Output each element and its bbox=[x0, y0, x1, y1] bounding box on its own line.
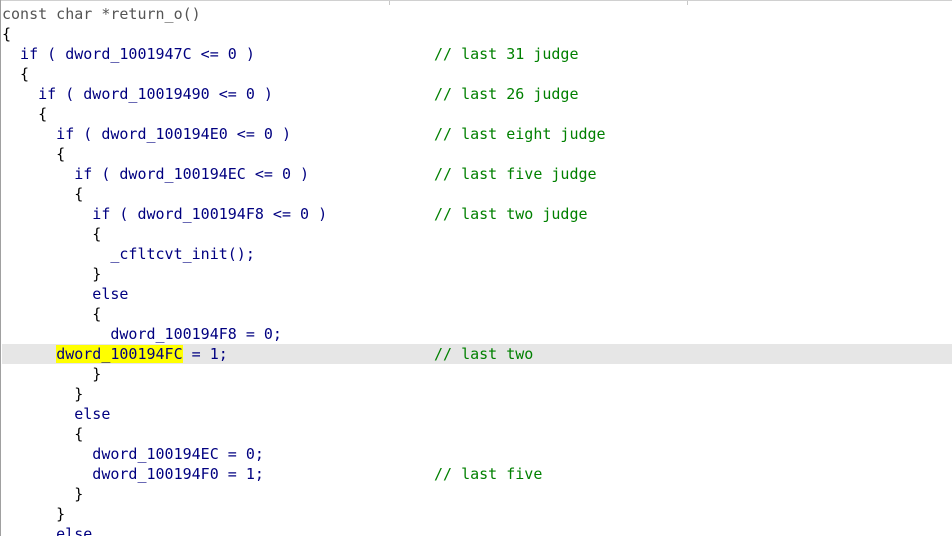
code-line[interactable]: { bbox=[2, 64, 952, 84]
code-text[interactable]: { bbox=[2, 104, 47, 124]
code-line[interactable]: else bbox=[2, 404, 952, 424]
code-text[interactable]: else bbox=[2, 524, 92, 536]
code-line[interactable]: if ( dword_100194EC <= 0 ) // last five j… bbox=[2, 164, 952, 184]
code-line[interactable]: { bbox=[2, 224, 952, 244]
code-text[interactable]: { bbox=[2, 184, 83, 204]
function-signature[interactable]: const char *return_o() bbox=[2, 4, 201, 24]
code-text[interactable]: dword_100194F0 = 1; bbox=[2, 464, 264, 484]
code-lines-after: } } else { dword_100194EC = 0; dword_100… bbox=[2, 364, 952, 536]
current-line-code[interactable]: dword_100194FC = 1; bbox=[2, 344, 228, 364]
code-line[interactable]: { bbox=[2, 24, 952, 44]
code-line[interactable]: dword_100194F8 = 0; bbox=[2, 324, 952, 344]
code-line[interactable]: } bbox=[2, 384, 952, 404]
code-text[interactable]: else bbox=[2, 404, 110, 424]
code-text[interactable]: dword_100194EC = 0; bbox=[2, 444, 264, 464]
line-comment: // last two judge bbox=[434, 205, 588, 223]
code-text[interactable]: { bbox=[2, 64, 29, 84]
code-text[interactable]: } bbox=[2, 264, 101, 284]
current-line-rest: = 1; bbox=[182, 345, 228, 363]
code-line[interactable]: _cfltcvt_init(); bbox=[2, 244, 952, 264]
code-text[interactable]: } bbox=[2, 364, 101, 384]
code-lines-before: { if ( dword_1001947C <= 0 ) // last 31 j… bbox=[2, 24, 952, 344]
code-line[interactable]: } bbox=[2, 264, 952, 284]
code-text[interactable]: } bbox=[2, 484, 83, 504]
code-line[interactable]: } bbox=[2, 484, 952, 504]
code-text[interactable]: { bbox=[2, 144, 65, 164]
code-line[interactable]: { bbox=[2, 424, 952, 444]
code-line[interactable]: if ( dword_100194F8 <= 0 ) // last two ju… bbox=[2, 204, 952, 224]
code-line[interactable]: { bbox=[2, 144, 952, 164]
line-comment: // last five bbox=[434, 465, 543, 483]
current-line-indent bbox=[2, 345, 56, 363]
code-text[interactable]: { bbox=[2, 424, 83, 444]
code-text[interactable]: dword_100194F8 = 0; bbox=[2, 324, 282, 344]
code-line[interactable]: { bbox=[2, 104, 952, 124]
current-code-line[interactable]: dword_100194FC = 1; // last two bbox=[2, 344, 952, 364]
pseudocode-view[interactable]: const char *return_o() { if ( dword_1001… bbox=[0, 0, 952, 536]
code-line[interactable]: dword_100194EC = 0; bbox=[2, 444, 952, 464]
code-text[interactable]: _cfltcvt_init(); bbox=[2, 244, 255, 264]
code-line[interactable]: else bbox=[2, 524, 952, 536]
code-text[interactable]: if ( dword_100194EC <= 0 ) bbox=[2, 164, 309, 184]
code-text[interactable]: } bbox=[2, 504, 65, 524]
code-line[interactable]: dword_100194F0 = 1; // last five bbox=[2, 464, 952, 484]
line-comment: // last five judge bbox=[434, 165, 597, 183]
code-line[interactable]: if ( dword_1001947C <= 0 ) // last 31 jud… bbox=[2, 44, 952, 64]
code-text[interactable]: } bbox=[2, 384, 83, 404]
code-line[interactable]: if ( dword_100194E0 <= 0 ) // last eight … bbox=[2, 124, 952, 144]
code-text[interactable]: else bbox=[2, 284, 128, 304]
code-line[interactable]: { bbox=[2, 184, 952, 204]
code-line[interactable]: else bbox=[2, 284, 952, 304]
code-text[interactable]: { bbox=[2, 224, 101, 244]
code-line[interactable]: if ( dword_10019490 <= 0 ) // last 26 jud… bbox=[2, 84, 952, 104]
code-text[interactable]: if ( dword_1001947C <= 0 ) bbox=[2, 44, 255, 64]
line-comment: // last 26 judge bbox=[434, 85, 579, 103]
code-line[interactable]: const char *return_o() bbox=[2, 4, 952, 24]
highlighted-identifier[interactable]: dword_100194FC bbox=[56, 345, 183, 363]
code-line[interactable]: } bbox=[2, 504, 952, 524]
line-comment: // last 31 judge bbox=[434, 45, 579, 63]
line-comment: // last eight judge bbox=[434, 125, 606, 143]
code-area[interactable]: const char *return_o() { if ( dword_1001… bbox=[2, 4, 952, 536]
code-line[interactable]: } bbox=[2, 364, 952, 384]
code-text[interactable]: if ( dword_100194F8 <= 0 ) bbox=[2, 204, 327, 224]
code-text[interactable]: { bbox=[2, 304, 101, 324]
code-text[interactable]: if ( dword_100194E0 <= 0 ) bbox=[2, 124, 291, 144]
line-comment: // last two bbox=[434, 345, 534, 363]
code-text[interactable]: { bbox=[2, 24, 11, 44]
code-line[interactable]: { bbox=[2, 304, 952, 324]
code-text[interactable]: if ( dword_10019490 <= 0 ) bbox=[2, 84, 273, 104]
